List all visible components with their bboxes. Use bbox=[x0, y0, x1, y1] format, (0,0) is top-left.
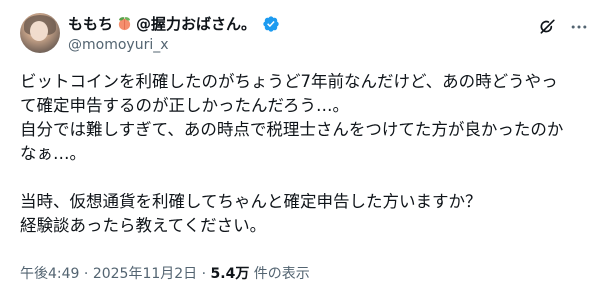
tweet-line: 自分では難しすぎて、あの時点で税理士さんをつけてた方が良かったのか bbox=[20, 120, 564, 139]
tweet-date: 2025年11月2日 bbox=[92, 266, 198, 282]
avatar-face bbox=[30, 21, 48, 41]
avatar[interactable] bbox=[20, 13, 60, 53]
tweet-timestamp[interactable]: 午後4:49 · 2025年11月2日 bbox=[20, 266, 197, 282]
tweet-time: 午後4:49 bbox=[20, 266, 80, 282]
meta-separator: · bbox=[197, 266, 211, 282]
verified-badge-icon bbox=[263, 15, 279, 32]
tweet-meta: 午後4:49 · 2025年11月2日 · 5.4万 件の表示 bbox=[20, 263, 310, 283]
tweet-line: 当時、仮想通貨を利確してちゃんと確定申告した方いますか？ bbox=[20, 192, 482, 211]
peach-icon bbox=[118, 17, 131, 31]
tweet-line: なぁ…。 bbox=[20, 144, 86, 163]
tweet-text: ビットコインを利確したのがちょうど7年前なんだけど、あの時どうやっ て確定申告す… bbox=[20, 70, 588, 238]
tweet-line: て確定申告するのが正しかったんだろう…。 bbox=[20, 96, 350, 115]
meta-separator: · bbox=[79, 266, 93, 282]
views-count: 5.4万 bbox=[210, 266, 250, 282]
grok-button[interactable] bbox=[537, 16, 559, 38]
author-name-row[interactable]: ももち @握力おばさん。 bbox=[68, 13, 280, 34]
author-display-name-suffix[interactable]: @握力おばさん。 bbox=[136, 13, 256, 34]
grok-icon bbox=[540, 19, 555, 34]
author-handle[interactable]: @momoyuri_x bbox=[68, 37, 169, 53]
more-button[interactable] bbox=[568, 16, 590, 38]
tweet-line: 経験談あったら教えてください。 bbox=[20, 216, 267, 235]
author-display-name[interactable]: ももち bbox=[68, 13, 113, 34]
tweet-line: ビットコインを利確したのがちょうど7年前なんだけど、あの時どうやっ bbox=[20, 72, 558, 91]
views-label: 件の表示 bbox=[249, 266, 310, 282]
more-icon bbox=[571, 25, 587, 29]
